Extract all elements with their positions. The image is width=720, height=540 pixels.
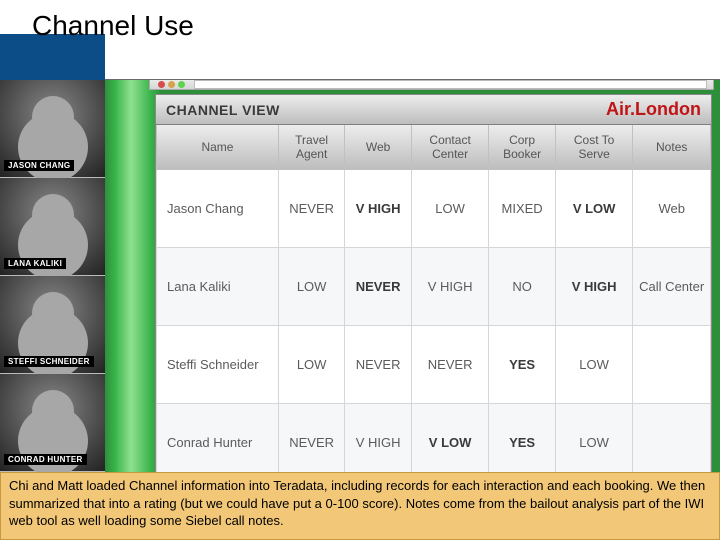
window-minimize-icon[interactable] (168, 81, 175, 88)
table-head: Name Travel Agent Web Contact Center Cor… (157, 125, 711, 170)
cell-value: Call Center (633, 248, 711, 326)
person-tag: LANA KALIKI (4, 258, 66, 269)
person-tag: CONRAD HUNTER (4, 454, 87, 465)
cell-value: LOW (411, 170, 489, 248)
person-tag: JASON CHANG (4, 160, 74, 171)
cell-value: LOW (555, 404, 633, 482)
window-zoom-icon[interactable] (178, 81, 185, 88)
cell-value: LOW (555, 326, 633, 404)
avatar (32, 96, 74, 138)
cell-value: NEVER (345, 326, 411, 404)
cell-name: Jason Chang (157, 170, 279, 248)
panel-title: CHANNEL VIEW (166, 102, 280, 118)
col-travel-agent[interactable]: Travel Agent (278, 125, 344, 170)
avatar (32, 390, 74, 432)
col-corp-booker[interactable]: Corp Booker (489, 125, 555, 170)
channel-panel: CHANNEL VIEW Air.London Name Travel Agen… (155, 94, 712, 483)
col-web[interactable]: Web (345, 125, 411, 170)
cell-value (633, 326, 711, 404)
cell-value: NO (489, 248, 555, 326)
cell-name: Steffi Schneider (157, 326, 279, 404)
cell-value: V HIGH (411, 248, 489, 326)
cell-value: NEVER (345, 248, 411, 326)
address-bar[interactable] (194, 80, 707, 89)
person-card[interactable]: LANA KALIKI (0, 178, 105, 276)
cell-value: YES (489, 404, 555, 482)
person-card[interactable]: STEFFI SCHNEIDER (0, 276, 105, 374)
table-body: Jason ChangNEVERV HIGHLOWMIXEDV LOWWebLa… (157, 170, 711, 482)
browser-chrome (149, 80, 714, 90)
col-cost-to-serve[interactable]: Cost To Serve (555, 125, 633, 170)
brand-part-a: Air (606, 99, 630, 119)
table-row[interactable]: Steffi SchneiderLOWNEVERNEVERYESLOW (157, 326, 711, 404)
people-sidebar: JASON CHANG LANA KALIKI STEFFI SCHNEIDER… (0, 80, 105, 472)
person-card[interactable]: JASON CHANG (0, 80, 105, 178)
cell-value (633, 404, 711, 482)
cell-value: MIXED (489, 170, 555, 248)
cell-value: LOW (278, 248, 344, 326)
cell-value: YES (489, 326, 555, 404)
avatar (32, 194, 74, 236)
content-area: CHANNEL VIEW Air.London Name Travel Agen… (105, 80, 720, 472)
table-row[interactable]: Jason ChangNEVERV HIGHLOWMIXEDV LOWWeb (157, 170, 711, 248)
col-contact-center[interactable]: Contact Center (411, 125, 489, 170)
table-row[interactable]: Lana KalikiLOWNEVERV HIGHNOV HIGHCall Ce… (157, 248, 711, 326)
col-notes[interactable]: Notes (633, 125, 711, 170)
avatar (32, 292, 74, 334)
main-area: JASON CHANG LANA KALIKI STEFFI SCHNEIDER… (0, 80, 720, 472)
title-bar: Channel Use (0, 0, 720, 60)
cell-name: Conrad Hunter (157, 404, 279, 482)
cell-value: V HIGH (345, 170, 411, 248)
cell-value: V HIGH (345, 404, 411, 482)
col-name[interactable]: Name (157, 125, 279, 170)
brand-part-b: London (635, 99, 701, 119)
person-card[interactable]: CONRAD HUNTER (0, 374, 105, 472)
channel-table: Name Travel Agent Web Contact Center Cor… (156, 125, 711, 482)
cell-value: NEVER (411, 326, 489, 404)
cell-value: LOW (278, 326, 344, 404)
cell-value: V LOW (555, 170, 633, 248)
table-row[interactable]: Conrad HunterNEVERV HIGHV LOWYESLOW (157, 404, 711, 482)
window-close-icon[interactable] (158, 81, 165, 88)
person-tag: STEFFI SCHNEIDER (4, 356, 94, 367)
cell-value: V LOW (411, 404, 489, 482)
cell-name: Lana Kaliki (157, 248, 279, 326)
cell-value: V HIGH (555, 248, 633, 326)
footer-note: Chi and Matt loaded Channel information … (0, 472, 720, 540)
cell-value: NEVER (278, 404, 344, 482)
cell-value: NEVER (278, 170, 344, 248)
panel-header: CHANNEL VIEW Air.London (156, 95, 711, 125)
brand-logo: Air.London (606, 99, 701, 120)
page-title: Channel Use (32, 10, 194, 42)
cell-value: Web (633, 170, 711, 248)
